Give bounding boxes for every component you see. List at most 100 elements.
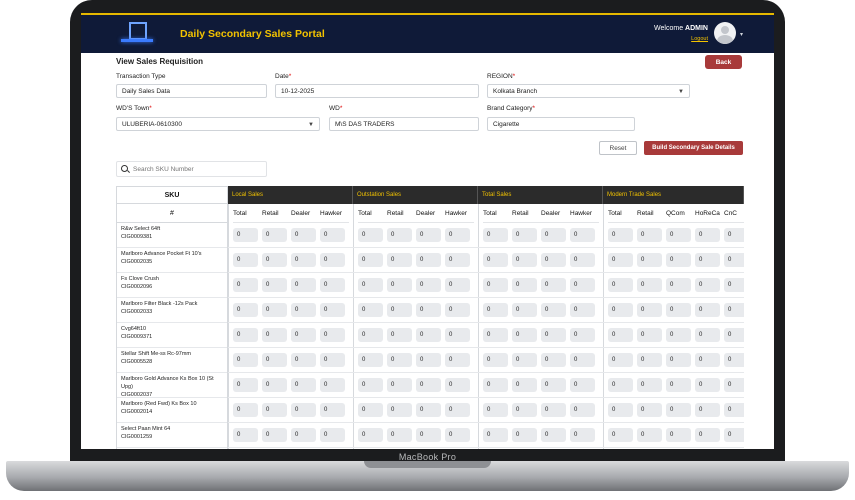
reset-button[interactable]: Reset <box>599 141 637 155</box>
quantity-input[interactable]: 0 <box>695 303 720 317</box>
quantity-input[interactable]: 0 <box>445 353 470 367</box>
wd-field[interactable]: M\S DAS TRADERS <box>329 117 479 131</box>
quantity-input[interactable]: 0 <box>637 428 662 442</box>
quantity-input[interactable]: 0 <box>483 253 508 267</box>
quantity-input[interactable]: 0 <box>570 403 595 417</box>
quantity-input[interactable]: 0 <box>483 303 508 317</box>
quantity-input[interactable]: 0 <box>233 303 258 317</box>
quantity-input[interactable]: 0 <box>666 353 691 367</box>
quantity-input[interactable]: 0 <box>666 403 691 417</box>
quantity-input[interactable]: 0 <box>320 428 345 442</box>
quantity-input[interactable]: 0 <box>724 328 744 342</box>
quantity-input[interactable]: 0 <box>262 378 287 392</box>
quantity-input[interactable]: 0 <box>724 278 744 292</box>
quantity-input[interactable]: 0 <box>666 253 691 267</box>
date-field[interactable]: 10-12-2025 <box>275 84 479 98</box>
quantity-input[interactable]: 0 <box>358 428 383 442</box>
quantity-input[interactable]: 0 <box>608 428 633 442</box>
quantity-input[interactable]: 0 <box>608 303 633 317</box>
quantity-input[interactable]: 0 <box>445 228 470 242</box>
quantity-input[interactable]: 0 <box>637 378 662 392</box>
quantity-input[interactable]: 0 <box>541 228 566 242</box>
quantity-input[interactable]: 0 <box>416 378 441 392</box>
quantity-input[interactable]: 0 <box>262 403 287 417</box>
quantity-input[interactable]: 0 <box>570 378 595 392</box>
quantity-input[interactable]: 0 <box>483 353 508 367</box>
quantity-input[interactable]: 0 <box>570 253 595 267</box>
quantity-input[interactable]: 0 <box>262 428 287 442</box>
quantity-input[interactable]: 0 <box>358 278 383 292</box>
quantity-input[interactable]: 0 <box>570 228 595 242</box>
quantity-input[interactable]: 0 <box>387 328 412 342</box>
quantity-input[interactable]: 0 <box>291 228 316 242</box>
quantity-input[interactable]: 0 <box>570 328 595 342</box>
quantity-input[interactable]: 0 <box>541 353 566 367</box>
quantity-input[interactable]: 0 <box>637 353 662 367</box>
quantity-input[interactable]: 0 <box>512 253 537 267</box>
user-avatar-icon[interactable] <box>714 22 736 44</box>
quantity-input[interactable]: 0 <box>483 378 508 392</box>
quantity-input[interactable]: 0 <box>387 428 412 442</box>
quantity-input[interactable]: 0 <box>445 278 470 292</box>
quantity-input[interactable]: 0 <box>608 328 633 342</box>
wd-town-select[interactable]: ULUBERIA-0610300 ▼ <box>116 117 320 131</box>
quantity-input[interactable]: 0 <box>541 253 566 267</box>
quantity-input[interactable]: 0 <box>695 378 720 392</box>
quantity-input[interactable]: 0 <box>512 378 537 392</box>
quantity-input[interactable]: 0 <box>416 353 441 367</box>
quantity-input[interactable]: 0 <box>695 253 720 267</box>
quantity-input[interactable]: 0 <box>320 228 345 242</box>
quantity-input[interactable]: 0 <box>358 253 383 267</box>
quantity-input[interactable]: 0 <box>666 428 691 442</box>
quantity-input[interactable]: 0 <box>695 328 720 342</box>
quantity-input[interactable]: 0 <box>387 278 412 292</box>
quantity-input[interactable]: 0 <box>291 428 316 442</box>
quantity-input[interactable]: 0 <box>695 403 720 417</box>
quantity-input[interactable]: 0 <box>608 403 633 417</box>
chevron-down-icon[interactable]: ▾ <box>740 31 743 38</box>
quantity-input[interactable]: 0 <box>358 403 383 417</box>
quantity-input[interactable]: 0 <box>387 253 412 267</box>
quantity-input[interactable]: 0 <box>233 278 258 292</box>
quantity-input[interactable]: 0 <box>358 328 383 342</box>
quantity-input[interactable]: 0 <box>512 403 537 417</box>
quantity-input[interactable]: 0 <box>320 403 345 417</box>
quantity-input[interactable]: 0 <box>445 253 470 267</box>
quantity-input[interactable]: 0 <box>512 303 537 317</box>
quantity-input[interactable]: 0 <box>637 303 662 317</box>
quantity-input[interactable]: 0 <box>541 403 566 417</box>
quantity-input[interactable]: 0 <box>262 353 287 367</box>
quantity-input[interactable]: 0 <box>233 228 258 242</box>
quantity-input[interactable]: 0 <box>483 328 508 342</box>
quantity-input[interactable]: 0 <box>541 428 566 442</box>
quantity-input[interactable]: 0 <box>262 328 287 342</box>
quantity-input[interactable]: 0 <box>724 403 744 417</box>
quantity-input[interactable]: 0 <box>358 378 383 392</box>
back-button[interactable]: Back <box>705 55 742 69</box>
quantity-input[interactable]: 0 <box>445 428 470 442</box>
quantity-input[interactable]: 0 <box>570 353 595 367</box>
quantity-input[interactable]: 0 <box>637 228 662 242</box>
quantity-input[interactable]: 0 <box>445 328 470 342</box>
quantity-input[interactable]: 0 <box>416 303 441 317</box>
quantity-input[interactable]: 0 <box>387 353 412 367</box>
quantity-input[interactable]: 0 <box>637 403 662 417</box>
quantity-input[interactable]: 0 <box>233 378 258 392</box>
quantity-input[interactable]: 0 <box>291 403 316 417</box>
quantity-input[interactable]: 0 <box>483 428 508 442</box>
quantity-input[interactable]: 0 <box>416 328 441 342</box>
quantity-input[interactable]: 0 <box>724 428 744 442</box>
quantity-input[interactable]: 0 <box>233 403 258 417</box>
quantity-input[interactable]: 0 <box>387 303 412 317</box>
quantity-input[interactable]: 0 <box>416 253 441 267</box>
quantity-input[interactable]: 0 <box>724 303 744 317</box>
quantity-input[interactable]: 0 <box>233 353 258 367</box>
quantity-input[interactable]: 0 <box>541 278 566 292</box>
quantity-input[interactable]: 0 <box>358 303 383 317</box>
quantity-input[interactable]: 0 <box>570 428 595 442</box>
quantity-input[interactable]: 0 <box>387 403 412 417</box>
quantity-input[interactable]: 0 <box>320 303 345 317</box>
sku-search-input[interactable] <box>133 163 261 175</box>
quantity-input[interactable]: 0 <box>608 353 633 367</box>
quantity-input[interactable]: 0 <box>637 328 662 342</box>
